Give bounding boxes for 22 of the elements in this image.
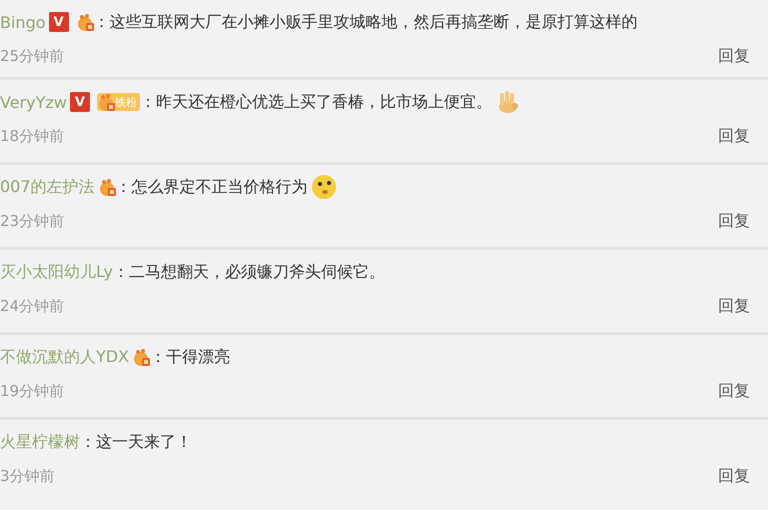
timestamp: 18分钟前: [0, 126, 64, 146]
timestamp: 19分钟前: [0, 382, 64, 400]
timestamp: 25分钟前: [0, 46, 64, 66]
timestamp: 24分钟前: [0, 296, 64, 316]
comment-text: ：昨天还在橙心优选上买了香椿，比市场上便宜。: [140, 92, 492, 112]
fan-badge: 铁粉: [96, 93, 140, 111]
timestamp: 3分钟前: [0, 466, 55, 486]
verified-badge: V: [70, 92, 90, 112]
comment-text: ：怎么界定不正当价格行为: [116, 176, 308, 198]
reply-link[interactable]: 回复: [718, 46, 750, 66]
comment-text: ：干得漂亮: [150, 346, 230, 368]
reply-link[interactable]: 回复: [718, 380, 750, 402]
comment-text: ：这些互联网大厂在小摊小贩手里攻城略地，然后再搞垄断，是原打算这样的: [94, 12, 638, 32]
comment-text: ：这一天来了！: [80, 432, 192, 452]
reply-link[interactable]: 回复: [718, 126, 750, 146]
reply-link[interactable]: 回复: [718, 466, 750, 486]
face-emoji-icon: [310, 174, 337, 200]
comment-text: ：二马想翻天，必须镰刀斧头伺候它。: [112, 262, 385, 282]
reply-link[interactable]: 回复: [718, 210, 750, 232]
timestamp: 23分钟前: [0, 212, 64, 230]
reply-link[interactable]: 回复: [718, 296, 750, 316]
verified-badge: V: [48, 12, 69, 32]
